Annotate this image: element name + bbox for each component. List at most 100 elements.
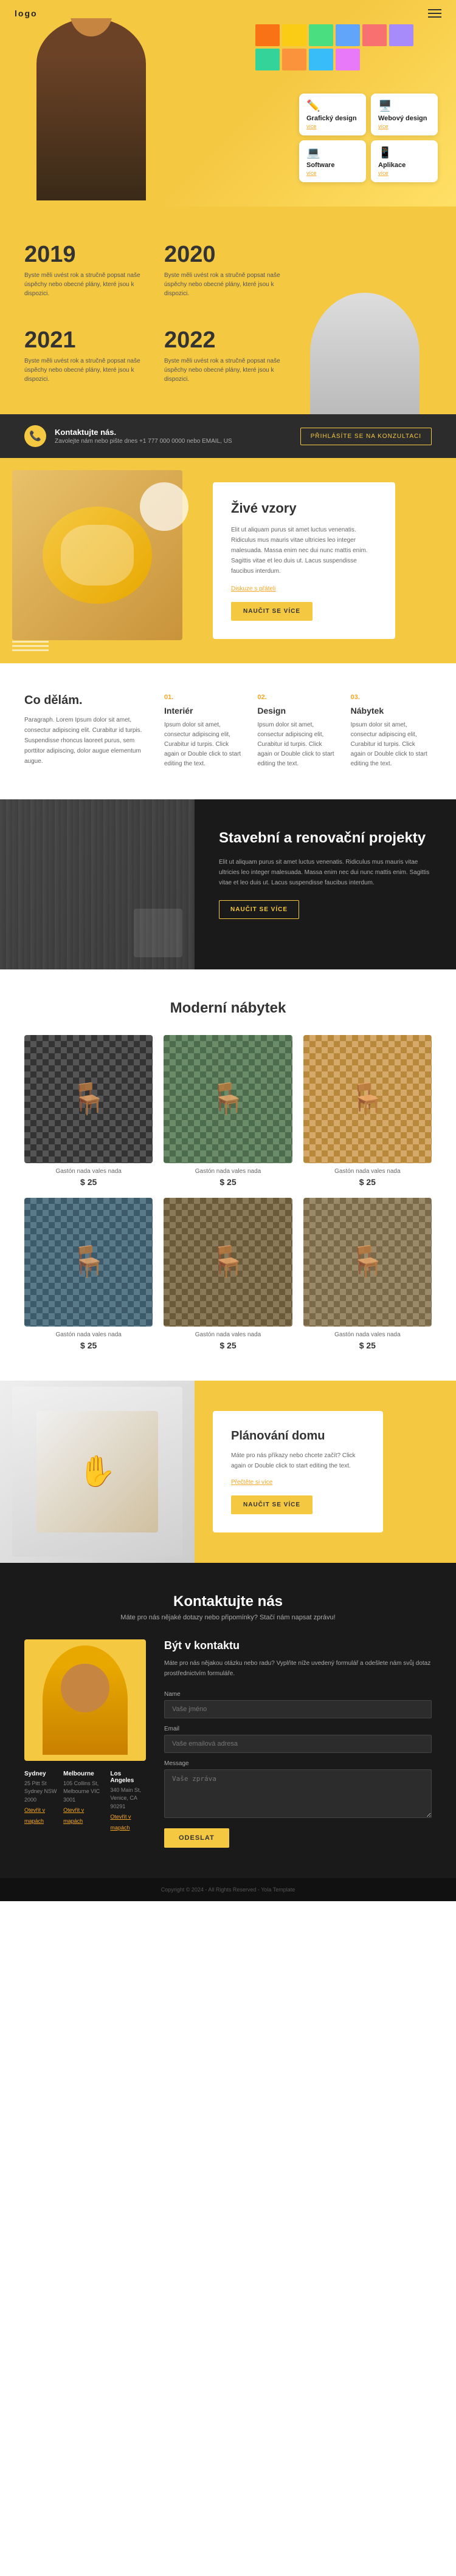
year-2021: 2021 xyxy=(24,329,158,352)
col-number-2: 02. xyxy=(257,694,338,701)
contact-right-col: Být v kontaktu Máte pro nás nějakou otáz… xyxy=(164,1639,432,1848)
circle-decoration xyxy=(140,482,188,531)
what-right: 01. Interiér Ipsum dolor sit amet, conse… xyxy=(164,694,432,769)
hero-card-3-link[interactable]: více xyxy=(306,170,359,176)
sticky-note xyxy=(309,24,333,46)
col-title-3: Nábytek xyxy=(351,706,432,716)
contact-right-heading: Být v kontaktu xyxy=(164,1639,432,1652)
sticky-note xyxy=(282,49,306,70)
years-grid: 2019 Byste měli uvést rok a stručně pops… xyxy=(24,231,304,402)
planning-content: Plánování domu Máte pro nás příkazy nebo… xyxy=(195,1381,456,1563)
furniture-price-1: $ 25 xyxy=(24,1177,153,1187)
planning-link[interactable]: Přečtěte si více xyxy=(231,1479,272,1486)
furniture-heading: Moderní nábytek xyxy=(24,1000,432,1017)
furniture-item-2: 🪑 Gastón nada vales nada $ 25 xyxy=(164,1035,292,1187)
year-item-2019: 2019 Byste měli uvést rok a stručně pops… xyxy=(24,231,164,316)
contact-strip-subtitle: Zavolejte nám nebo pište dnes +1 777 000… xyxy=(55,438,232,445)
construction-btn[interactable]: NAUČIT SE VÍCE xyxy=(219,900,299,919)
stripe-lines xyxy=(12,641,49,651)
link-sydney[interactable]: Otevřít v mapách xyxy=(24,1807,45,1824)
web-design-icon: 🖥️ xyxy=(378,100,430,112)
email-input[interactable] xyxy=(164,1735,432,1753)
year-item-2022: 2022 Byste měli uvést rok a stručně pops… xyxy=(164,316,304,402)
living-images xyxy=(0,458,195,663)
furniture-price-5: $ 25 xyxy=(164,1341,292,1350)
planning-white-box: Plánování domu Máte pro nás příkazy nebo… xyxy=(213,1411,383,1532)
col-number-1: 01. xyxy=(164,694,245,701)
furniture-img-2: 🪑 xyxy=(164,1035,292,1163)
planning-visual: ✋ xyxy=(36,1411,158,1532)
what-section: Co dělám. Paragraph. Lorem Ipsum dolor s… xyxy=(0,663,456,799)
hero-card-1-link[interactable]: více xyxy=(306,123,359,129)
hero-card-1: ✏️ Grafický design více xyxy=(299,94,366,135)
planning-btn[interactable]: NAUČIT SE VÍCE xyxy=(231,1495,313,1514)
sticky-note xyxy=(282,24,306,46)
what-left-text: Paragraph. Lorem Ipsum dolor sit amet, c… xyxy=(24,715,146,767)
sticky-note xyxy=(255,24,280,46)
furniture-name-6: Gastón nada vales nada xyxy=(303,1331,432,1338)
what-heading: Co dělám. xyxy=(24,694,146,708)
cushion-icon-5: 🪑 xyxy=(209,1244,247,1280)
furniture-item-4: 🪑 Gastón nada vales nada $ 25 xyxy=(24,1198,153,1350)
year-2019-text: Byste měli uvést rok a stručně popsat na… xyxy=(24,271,158,298)
years-person xyxy=(298,281,432,414)
col-number-3: 03. xyxy=(351,694,432,701)
col-text-1: Ipsum dolor sit amet, consectur adipisci… xyxy=(164,720,245,769)
link-la[interactable]: Otevřít v mapách xyxy=(110,1814,131,1831)
hamburger-menu[interactable] xyxy=(428,9,441,18)
sticky-note xyxy=(309,49,333,70)
furniture-item-3: 🪑 Gastón nada vales nada $ 25 xyxy=(303,1035,432,1187)
footer: Copyright © 2024 - All Rights Reserved -… xyxy=(0,1878,456,1901)
planning-image: ✋ xyxy=(0,1381,195,1563)
planning-section: ✋ Plánování domu Máte pro nás příkazy ne… xyxy=(0,1381,456,1563)
link-melbourne[interactable]: Otevřít v mapách xyxy=(63,1807,84,1824)
consultation-button[interactable]: PŘIHLÁSÍTE SE NA KONZULTACI xyxy=(300,428,432,445)
furniture-item-1: 🪑 Gastón nada vales nada $ 25 xyxy=(24,1035,153,1187)
col-title-1: Interiér xyxy=(164,706,245,716)
furniture-img-5: 🪑 xyxy=(164,1198,292,1326)
nav-bar: logo xyxy=(0,0,456,27)
sticky-note xyxy=(336,49,360,70)
sticky-note xyxy=(255,49,280,70)
hero-card-2-link[interactable]: více xyxy=(378,123,430,129)
hero-cards: ✏️ Grafický design více 🖥️ Webový design… xyxy=(299,94,438,182)
address-melbourne: 105 Collins St, Melbourne VIC 3001 xyxy=(63,1780,104,1805)
furniture-img-6: 🪑 xyxy=(303,1198,432,1326)
furniture-price-3: $ 25 xyxy=(303,1177,432,1187)
years-section: 2019 Byste měli uvést rok a stručně pops… xyxy=(0,207,456,414)
col-text-3: Ipsum dolor sit amet, consectur adipisci… xyxy=(351,720,432,769)
person-silhouette xyxy=(310,293,420,414)
contact-strip-title: Kontaktujte nás. xyxy=(55,428,232,437)
address-la: 340 Main St, Venice, CA 90291 xyxy=(110,1786,146,1811)
hero-card-4-link[interactable]: více xyxy=(378,170,430,176)
year-2022: 2022 xyxy=(164,329,298,352)
hero-card-3-title: Software xyxy=(306,162,359,169)
name-input[interactable] xyxy=(164,1700,432,1718)
send-button[interactable]: ODESLAT xyxy=(164,1828,229,1848)
pillow-inner xyxy=(61,525,134,586)
what-col-furniture: 03. Nábytek Ipsum dolor sit amet, consec… xyxy=(351,694,432,769)
living-link[interactable]: Diskuze s přáteli xyxy=(231,586,275,592)
furniture-name-3: Gastón nada vales nada xyxy=(303,1168,432,1175)
city-melbourne: Melbourne xyxy=(63,1771,104,1777)
furniture-price-4: $ 25 xyxy=(24,1341,153,1350)
living-btn[interactable]: NAUČIT SE VÍCE xyxy=(231,602,313,621)
cushion-icon-6: 🪑 xyxy=(348,1244,386,1280)
year-2020-text: Byste měli uvést rok a stručně popsat na… xyxy=(164,271,298,298)
location-la: Los Angeles 340 Main St, Venice, CA 9029… xyxy=(110,1771,146,1833)
message-form-group: Message xyxy=(164,1760,432,1821)
stripe-line xyxy=(12,649,49,651)
message-textarea[interactable] xyxy=(164,1769,432,1818)
contact-left-col: Sydney 25 Pitt St Sydney NSW 2000 Otevří… xyxy=(24,1639,146,1848)
contact-person-silhouette xyxy=(43,1645,128,1755)
furniture-price-6: $ 25 xyxy=(303,1341,432,1350)
what-col-design: 02. Design Ipsum dolor sit amet, consect… xyxy=(257,694,338,769)
contact-main-section: Kontaktujte nás Máte pro nás nějaké dota… xyxy=(0,1563,456,1878)
year-item-2020: 2020 Byste měli uvést rok a stručně pops… xyxy=(164,231,304,316)
planning-img-inner: ✋ xyxy=(12,1387,182,1557)
furniture-name-1: Gastón nada vales nada xyxy=(24,1168,153,1175)
col-title-2: Design xyxy=(257,706,338,716)
sticky-note xyxy=(389,24,413,46)
furniture-price-2: $ 25 xyxy=(164,1177,292,1187)
furniture-img-1: 🪑 xyxy=(24,1035,153,1163)
